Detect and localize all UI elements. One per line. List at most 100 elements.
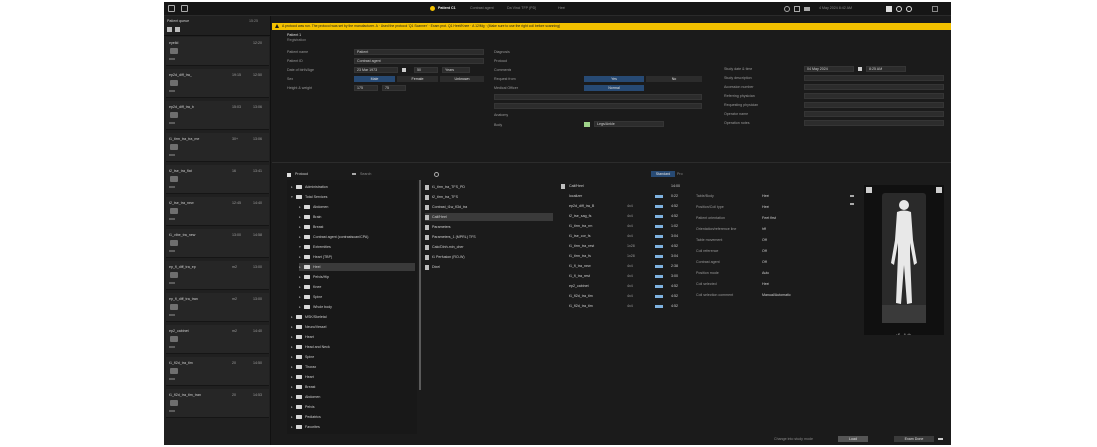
tree-item[interactable]: ▸ Whole body (299, 303, 415, 311)
queue-item[interactable]: t1_fl2d_tra_tim 20 14:50 (166, 357, 269, 386)
queue-item[interactable]: ep2d_diff_tra_ 19:15 12:50 (166, 69, 269, 98)
protocol-item[interactable]: Calf/Heel (425, 213, 553, 221)
tree-item[interactable]: ▸ Heel (299, 263, 415, 271)
series-row[interactable]: t1_tirm_tra_fs 1x28 3:04 (561, 252, 691, 260)
request-field[interactable] (494, 94, 702, 100)
property-value[interactable]: Off (762, 236, 767, 244)
protocol-item[interactable]: Dixel (425, 263, 553, 271)
property-value[interactable]: Heel (762, 280, 769, 288)
operator-field[interactable] (804, 111, 944, 117)
load-button[interactable]: Load (838, 436, 868, 442)
layout-icon[interactable] (181, 5, 188, 12)
property-value[interactable]: Auto (762, 269, 769, 277)
tree-item[interactable]: ▸ Pediatrics (291, 413, 415, 421)
breadcrumb-2[interactable]: Da Vinci TFP (PD) (507, 6, 536, 10)
queue-item[interactable]: t2_tse_tra_new 12:45 14:40 (166, 197, 269, 226)
series-row[interactable]: t1_tirm_tra_rm 4x4 1:02 (561, 222, 691, 230)
protocol-item[interactable]: t2_tirm_tra_TFS (425, 193, 553, 201)
list-view-icon[interactable] (167, 27, 172, 32)
property-value[interactable]: Feet first (762, 214, 776, 222)
queue-item[interactable]: ep_fl_diff_tra_tran m2 13:00 (166, 293, 269, 322)
property-value[interactable]: Manual/Automatic (762, 291, 791, 299)
queue-item[interactable]: t2_tse_tra_flat 16 13:41 (166, 165, 269, 194)
search-input[interactable]: Search (360, 172, 420, 176)
series-row[interactable]: t2_tse_sag_fs 4x4 4:52 (561, 212, 691, 220)
sex-male-button[interactable]: Male (354, 76, 395, 82)
age-field[interactable]: 50 (414, 67, 438, 73)
protocol-home-icon[interactable] (287, 173, 291, 177)
search-icon[interactable] (434, 172, 439, 177)
property-value[interactable]: hff (762, 225, 766, 233)
protocol-item[interactable]: Parameters (425, 223, 553, 231)
protocol-item[interactable]: t1_tirm_tra_TFS_PD (425, 183, 553, 191)
tree-item[interactable]: ▸ Heart (291, 333, 415, 341)
tree-item[interactable]: ▸ Abdomen (291, 393, 415, 401)
sex-unknown-button[interactable]: Unknown (440, 76, 484, 82)
message-icon[interactable] (886, 6, 892, 12)
series-row[interactable]: ep2_cabinet 4x4 4:52 (561, 282, 691, 290)
study-calendar-icon[interactable] (858, 67, 862, 71)
tree-item[interactable]: ▸ Contrast agent (contrastscan/CPA) (299, 233, 415, 241)
tree-item[interactable]: ▸ Brain (299, 213, 415, 221)
property-value[interactable]: Off (762, 258, 767, 266)
breadcrumb-1[interactable]: Contrast agent (470, 6, 494, 10)
queue-item[interactable]: ep_fl_diff_tra_ep m2 13:00 (166, 261, 269, 290)
property-value[interactable]: Heel (762, 203, 769, 211)
exam-done-button[interactable]: Exam Done (894, 436, 934, 442)
property-value[interactable]: Heel (762, 192, 769, 200)
tree-item[interactable]: ▸ Knee (299, 283, 415, 291)
calendar-icon[interactable] (402, 68, 406, 72)
toggle-yes[interactable]: Yes (584, 76, 644, 82)
patient-name-field[interactable]: Patient (354, 49, 484, 55)
patient-id-field[interactable]: Contrast agent (354, 58, 484, 64)
protocol-item[interactable]: Calc/Dinh-min_cher (425, 243, 553, 251)
queue-item[interactable]: eyelid 12:20 (166, 37, 269, 66)
accession-field[interactable] (804, 84, 944, 90)
referring-field[interactable] (804, 93, 944, 99)
chevron-down-icon[interactable] (938, 438, 943, 442)
tree-item[interactable]: ▾ Total Services (291, 193, 415, 201)
series-row[interactable]: t1_fl2d_tra_tim 4x4 4:52 (561, 292, 691, 300)
grid-icon[interactable] (168, 5, 175, 12)
series-row[interactable]: localizer 0:22 (561, 192, 691, 200)
height-field[interactable]: 175 (354, 85, 378, 91)
chevron-down-icon[interactable] (850, 203, 854, 206)
region-select[interactable]: Legs/Ankle (594, 121, 664, 127)
chevron-down-icon[interactable] (352, 173, 356, 176)
age-unit-select[interactable]: Years (442, 67, 470, 73)
tab-patient[interactable]: Patient 1 (287, 33, 301, 37)
queue-item[interactable]: ep2_cabinet m2 14:40 (166, 325, 269, 354)
tree-item[interactable]: ▸ Spine (299, 293, 415, 301)
study-description-field[interactable] (804, 75, 944, 81)
queue-item[interactable]: t1_tirm_tra_tra_me 30+ 13:06 (166, 133, 269, 162)
series-row[interactable]: t1_tse_cor_fs 4x4 3:04 (561, 232, 691, 240)
study-date-field[interactable]: 04 May 2024 (804, 66, 854, 72)
protocol-selector[interactable]: Protocol (295, 172, 308, 176)
tree-item[interactable]: ▾ Extremities (299, 243, 415, 251)
operation-notes-field[interactable] (804, 120, 944, 126)
breadcrumb-3[interactable]: Heel (558, 6, 565, 10)
tree-item[interactable]: ▸ Spine (291, 353, 415, 361)
queue-item[interactable]: ep2d_diff_tra_b 15:03 13:06 (166, 101, 269, 130)
network-icon[interactable] (794, 6, 800, 12)
tree-item[interactable]: ▸ Pelvis/Hip (299, 273, 415, 281)
chevron-down-icon[interactable] (850, 195, 854, 198)
series-row[interactable]: ep2d_diff_tra_B 4x4 4:52 (561, 202, 691, 210)
tree-item[interactable]: ▸ Administration (291, 183, 415, 191)
tree-item[interactable]: ▸ Breast (299, 223, 415, 231)
series-row[interactable]: t1_fl_tra_new 4x4 2:38 (561, 262, 691, 270)
tree-item[interactable]: ▸ Head and Neck (291, 343, 415, 351)
queue-item[interactable]: t1_vibe_tra_new 13:00 14:58 (166, 229, 269, 258)
tree-item[interactable]: ▸ Favorites (291, 423, 415, 431)
window-icon[interactable] (932, 6, 938, 12)
toggle-normal[interactable]: Normal (584, 85, 644, 91)
queue-item[interactable]: t1_fl2d_tra_tim_tran 20 14:53 (166, 389, 269, 418)
requesting-field[interactable] (804, 102, 944, 108)
officer-field[interactable] (494, 103, 702, 109)
sex-female-button[interactable]: Female (397, 76, 438, 82)
tab-pro[interactable]: Pro (677, 172, 683, 176)
settings-icon[interactable] (784, 6, 790, 12)
tree-scrollbar[interactable] (419, 180, 421, 390)
protocol-item[interactable]: t1 Perfusion (RO-W) (425, 253, 553, 261)
tab-standard[interactable]: Standard (651, 171, 675, 177)
